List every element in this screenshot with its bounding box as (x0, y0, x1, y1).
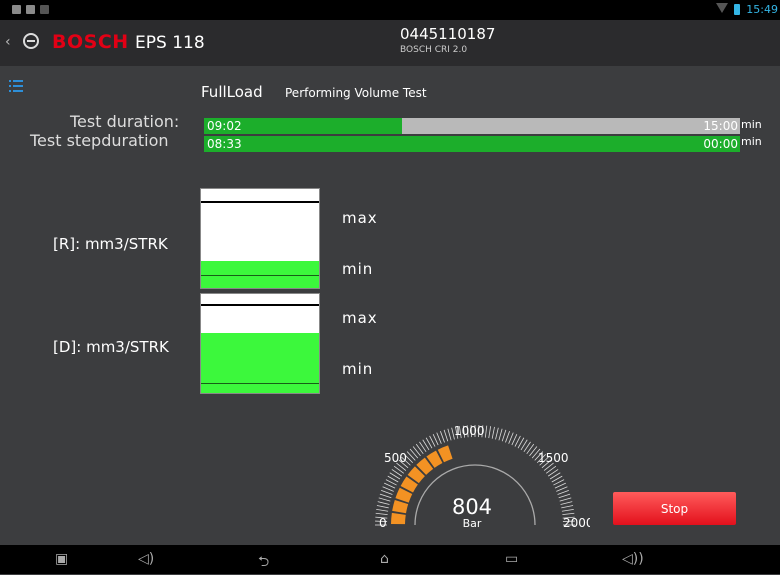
step-duration-total: 00:00 (703, 137, 738, 151)
screenshot-icon[interactable]: ▣ (55, 551, 68, 567)
test-duration-label: Test duration: (70, 112, 179, 131)
dial-tick (485, 426, 486, 438)
page-subtitle: Performing Volume Test (285, 86, 427, 100)
brand-name: BOSCH (52, 31, 129, 53)
dial-tick (440, 431, 444, 442)
dial-segment (391, 513, 406, 524)
dial-tick (505, 431, 509, 442)
status-time: 15:49 (746, 3, 778, 16)
device-model: EPS 118 (135, 33, 205, 53)
dial-tick (499, 429, 502, 441)
dial-tick (380, 494, 391, 498)
dial-segment (392, 500, 408, 513)
d-min-label: min (342, 360, 373, 378)
d-min-line (201, 383, 319, 384)
step-duration-fill (204, 136, 740, 152)
dial-tick (376, 509, 388, 511)
dial-tick-1500: 1500 (538, 451, 569, 465)
dial-tick (489, 426, 491, 438)
wifi-icon (716, 3, 728, 13)
page-title: FullLoad (201, 83, 263, 101)
back-chevron-icon[interactable]: ‹ (5, 34, 11, 50)
dial-tick (561, 502, 573, 505)
dial-tick (383, 487, 394, 492)
dial-tick (562, 509, 574, 511)
pressure-dial: 0 500 1000 1500 2000 804 Bar (360, 410, 590, 535)
r-level-gauge (200, 188, 320, 289)
r-gauge-label: [R]: mm3/STRK (53, 235, 168, 253)
bosch-logo-icon (23, 33, 39, 49)
step-duration-value: 08:33 (207, 137, 242, 151)
image-icon (26, 5, 35, 14)
dial-tick (379, 498, 391, 501)
part-number: 0445110187 (400, 25, 495, 43)
r-min-line (201, 275, 319, 276)
test-duration-unit: min (741, 118, 762, 131)
dial-tick (562, 513, 574, 514)
step-duration-unit: min (741, 135, 762, 148)
dial-tick (407, 452, 415, 461)
dial-tick (556, 487, 567, 492)
dial-tick-500: 500 (384, 451, 407, 465)
r-max-line (201, 201, 319, 203)
status-bar: 15:49 (0, 0, 780, 20)
test-duration-value: 09:02 (207, 119, 242, 133)
notification-icon (12, 5, 21, 14)
dial-tick (381, 490, 392, 494)
stop-button[interactable]: Stop (613, 492, 736, 525)
d-gauge-label: [D]: mm3/STRK (53, 338, 169, 356)
system-subtitle: BOSCH CRI 2.0 (400, 45, 467, 55)
dial-tick (448, 429, 451, 441)
r-max-label: max (342, 209, 378, 227)
dial-tick-0: 0 (379, 516, 387, 530)
app-bar: ‹ BOSCH EPS 118 0445110187 BOSCH CRI 2.0 (0, 20, 780, 66)
dial-tick-1000: 1000 (454, 424, 485, 438)
dial-tick (509, 433, 514, 444)
dial-tick (376, 513, 388, 514)
dial-tick (560, 498, 572, 501)
home-nav-icon[interactable]: ⌂ (380, 551, 389, 567)
volume-down-icon[interactable]: ◁) (138, 551, 154, 567)
dial-tick (377, 505, 389, 507)
dial-tick (437, 433, 442, 444)
dial-tick (558, 490, 569, 494)
dial-tick (444, 430, 448, 441)
r-min-label: min (342, 260, 373, 278)
list-menu-icon[interactable] (9, 80, 23, 94)
d-max-label: max (342, 309, 378, 327)
step-duration-bar: 08:33 00:00 (204, 136, 740, 152)
test-duration-bar: 09:02 15:00 (204, 118, 740, 134)
system-nav-bar: ▣ ◁) ⮌ ⌂ ▭ ◁)) (0, 545, 780, 574)
dial-tick (561, 505, 573, 507)
d-level-gauge (200, 293, 320, 394)
dial-tick (502, 430, 506, 441)
dial-tick (410, 449, 418, 458)
download-icon (40, 5, 49, 14)
recent-apps-icon[interactable]: ▭ (505, 551, 518, 567)
d-max-line (201, 304, 319, 306)
pressure-unit: Bar (463, 517, 482, 530)
test-duration-total: 15:00 (703, 119, 738, 133)
step-duration-label: Test stepduration (30, 131, 169, 150)
battery-icon (734, 4, 740, 15)
dial-tick-2000: 2000 (563, 516, 590, 530)
dial-tick (559, 494, 570, 498)
dial-tick (492, 427, 494, 439)
back-nav-icon[interactable]: ⮌ (258, 551, 269, 575)
dial-tick (378, 502, 390, 505)
pressure-value: 804 (452, 495, 492, 519)
volume-up-icon[interactable]: ◁)) (622, 551, 644, 567)
dial-tick (496, 428, 499, 440)
